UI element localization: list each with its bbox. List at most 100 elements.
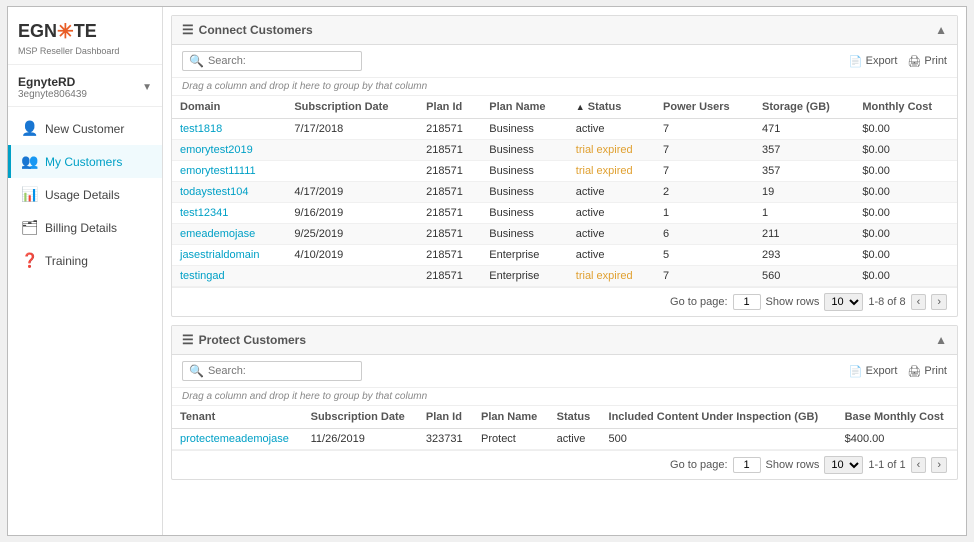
protect-export-icon: 📄 <box>849 365 863 378</box>
cell-plan-id: 218571 <box>418 224 481 245</box>
protect-print-button[interactable]: 🖨 Print <box>907 365 947 378</box>
connect-search-box[interactable]: 🔍 <box>182 51 362 71</box>
cell-included: 500 <box>601 429 837 450</box>
protect-search-box[interactable]: 🔍 <box>182 361 362 381</box>
cell-base-cost: $400.00 <box>837 429 957 450</box>
cell-sub-date: 9/25/2019 <box>286 224 418 245</box>
username: EgnyteRD <box>18 75 87 89</box>
col-status[interactable]: ▲ Status <box>568 96 655 119</box>
cell-plan-name: Business <box>481 140 568 161</box>
table-row[interactable]: jasestrialdomain 4/10/2019 218571 Enterp… <box>172 245 957 266</box>
training-icon: ❓ <box>21 252 37 269</box>
cell-sub-date <box>286 266 418 287</box>
cell-sub-date <box>286 140 418 161</box>
cell-plan-id: 218571 <box>418 245 481 266</box>
protect-toolbar-actions: 📄 Export 🖨 Print <box>849 365 947 378</box>
connect-customers-panel: ☰ Connect Customers ▲ 🔍 📄 Export 🖨 <box>171 15 958 317</box>
nav-label-training: Training <box>45 254 88 268</box>
protect-col-plan-name[interactable]: Plan Name <box>473 406 549 429</box>
connect-search-input[interactable] <box>208 55 355 67</box>
connect-prev-page-button[interactable]: ‹ <box>911 294 927 310</box>
cell-sub-date: 4/17/2019 <box>286 182 418 203</box>
connect-table: Domain Subscription Date Plan Id Plan Na… <box>172 96 957 287</box>
protect-show-rows-label: Show rows <box>766 459 820 471</box>
protect-collapse-icon[interactable]: ▲ <box>935 333 947 347</box>
table-row[interactable]: emeademojase 9/25/2019 218571 Business a… <box>172 224 957 245</box>
connect-export-button[interactable]: 📄 Export <box>849 55 898 68</box>
col-plan-name[interactable]: Plan Name <box>481 96 568 119</box>
userid: 3egnyte806439 <box>18 89 87 100</box>
cell-status: active <box>568 245 655 266</box>
protect-page-input[interactable] <box>733 457 761 473</box>
sidebar-item-usage-details[interactable]: 📊 Usage Details <box>8 178 162 211</box>
cell-plan-name: Enterprise <box>481 245 568 266</box>
connect-page-input[interactable] <box>733 294 761 310</box>
connect-rows-select[interactable]: 10 25 50 <box>824 293 863 311</box>
cell-storage: 211 <box>754 224 854 245</box>
protect-pagination: Go to page: Show rows 10 25 50 1-1 of 1 … <box>172 450 957 479</box>
cell-status: trial expired <box>568 140 655 161</box>
user-info: EgnyteRD 3egnyte806439 <box>18 75 87 100</box>
cell-status: trial expired <box>568 161 655 182</box>
main-content: ☰ Connect Customers ▲ 🔍 📄 Export 🖨 <box>163 7 966 535</box>
cell-power-users: 2 <box>655 182 754 203</box>
sidebar-item-billing-details[interactable]: 🗂 Billing Details <box>8 211 162 244</box>
logo: EGN ✳ TE <box>18 19 152 44</box>
logo-area: EGN ✳ TE MSP Reseller Dashboard <box>8 7 162 65</box>
protect-col-status[interactable]: Status <box>549 406 601 429</box>
protect-col-base-cost[interactable]: Base Monthly Cost <box>837 406 957 429</box>
connect-next-page-button[interactable]: › <box>931 294 947 310</box>
protect-grid-icon: ☰ <box>182 332 194 348</box>
cell-power-users: 7 <box>655 266 754 287</box>
cell-domain: testingad <box>172 266 286 287</box>
cell-sub-date: 7/17/2018 <box>286 119 418 140</box>
protect-col-tenant[interactable]: Tenant <box>172 406 303 429</box>
cell-monthly-cost: $0.00 <box>854 266 957 287</box>
cell-status: trial expired <box>568 266 655 287</box>
table-row[interactable]: protectemeademojase 11/26/2019 323731 Pr… <box>172 429 957 450</box>
cell-monthly-cost: $0.00 <box>854 245 957 266</box>
table-row[interactable]: todaystest104 4/17/2019 218571 Business … <box>172 182 957 203</box>
billing-details-icon: 🗂 <box>21 219 37 236</box>
col-power-users[interactable]: Power Users <box>655 96 754 119</box>
cell-domain: emorytest2019 <box>172 140 286 161</box>
sidebar-item-training[interactable]: ❓ Training <box>8 244 162 277</box>
col-storage[interactable]: Storage (GB) <box>754 96 854 119</box>
sidebar-item-my-customers[interactable]: 👥 My Customers <box>8 145 162 178</box>
cell-domain: test1818 <box>172 119 286 140</box>
table-row[interactable]: test12341 9/16/2019 218571 Business acti… <box>172 203 957 224</box>
user-menu[interactable]: EgnyteRD 3egnyte806439 ▼ <box>8 65 162 107</box>
table-row[interactable]: emorytest11111 218571 Business trial exp… <box>172 161 957 182</box>
protect-table-header: Tenant Subscription Date Plan Id Plan Na… <box>172 406 957 429</box>
protect-export-button[interactable]: 📄 Export <box>849 365 898 378</box>
table-row[interactable]: testingad 218571 Enterprise trial expire… <box>172 266 957 287</box>
cell-storage: 560 <box>754 266 854 287</box>
connect-pagination: Go to page: Show rows 10 25 50 1-8 of 8 … <box>172 287 957 316</box>
cell-power-users: 6 <box>655 224 754 245</box>
col-monthly-cost[interactable]: Monthly Cost <box>854 96 957 119</box>
protect-section-title: ☰ Protect Customers <box>182 332 306 348</box>
sidebar-subtitle: MSP Reseller Dashboard <box>18 46 152 56</box>
cell-power-users: 1 <box>655 203 754 224</box>
col-plan-id[interactable]: Plan Id <box>418 96 481 119</box>
cell-plan-name: Protect <box>473 429 549 450</box>
cell-status: active <box>568 182 655 203</box>
protect-prev-page-button[interactable]: ‹ <box>911 457 927 473</box>
cell-monthly-cost: $0.00 <box>854 182 957 203</box>
protect-col-plan-id[interactable]: Plan Id <box>418 406 473 429</box>
protect-col-included[interactable]: Included Content Under Inspection (GB) <box>601 406 837 429</box>
nav-label-my-customers: My Customers <box>45 155 122 169</box>
protect-next-page-button[interactable]: › <box>931 457 947 473</box>
connect-collapse-icon[interactable]: ▲ <box>935 23 947 37</box>
table-row[interactable]: emorytest2019 218571 Business trial expi… <box>172 140 957 161</box>
protect-search-input[interactable] <box>208 365 355 377</box>
connect-print-button[interactable]: 🖨 Print <box>907 55 947 68</box>
sidebar-item-new-customer[interactable]: 👤 New Customer <box>8 112 162 145</box>
cell-plan-name: Business <box>481 182 568 203</box>
col-sub-date[interactable]: Subscription Date <box>286 96 418 119</box>
col-domain[interactable]: Domain <box>172 96 286 119</box>
protect-rows-select[interactable]: 10 25 50 <box>824 456 863 474</box>
protect-col-sub-date[interactable]: Subscription Date <box>303 406 418 429</box>
connect-show-rows-label: Show rows <box>766 296 820 308</box>
table-row[interactable]: test1818 7/17/2018 218571 Business activ… <box>172 119 957 140</box>
